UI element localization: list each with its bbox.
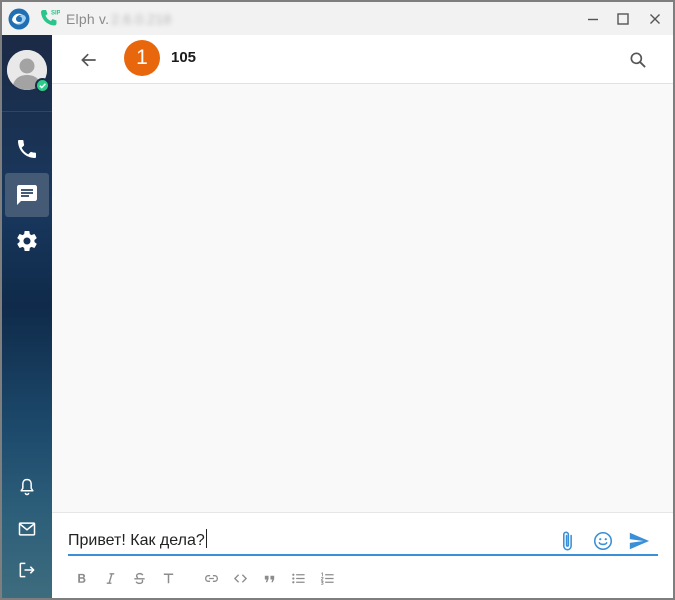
- attach-button[interactable]: [555, 529, 579, 553]
- sidebar-item-chats[interactable]: [5, 173, 49, 217]
- paperclip-icon: [563, 531, 572, 551]
- input-underline: [68, 554, 658, 556]
- maximize-button[interactable]: [606, 2, 640, 35]
- bulleted-list-icon: [291, 573, 305, 583]
- minimize-icon: [588, 18, 598, 20]
- text-caret: [205, 529, 207, 548]
- logout-icon: [19, 562, 35, 578]
- minimize-button[interactable]: [576, 2, 610, 35]
- search-button[interactable]: [625, 47, 651, 73]
- search-icon: [630, 52, 646, 68]
- smiley-icon: [593, 531, 613, 551]
- code-icon: [233, 573, 247, 583]
- sidebar-item-calls[interactable]: [5, 127, 49, 171]
- window-title: Elph v. 2.6.0.218: [66, 11, 171, 27]
- close-icon: [650, 13, 660, 24]
- quote-icon: [264, 575, 274, 582]
- app-window: SIP Elph v. 2.6.0.218 1 105 Привет! Как …: [0, 0, 675, 600]
- send-icon: [629, 532, 650, 550]
- title-bar[interactable]: SIP Elph v. 2.6.0.218: [2, 2, 673, 35]
- mail-icon: [18, 522, 36, 536]
- format-link-button[interactable]: [202, 569, 220, 587]
- phone-icon: [18, 140, 36, 158]
- bold-icon: [77, 573, 85, 583]
- arrow-left-icon: [81, 53, 96, 67]
- contact-name: 105: [171, 49, 197, 66]
- link-icon: [204, 574, 218, 582]
- sidebar: [2, 35, 52, 598]
- chat-icon: [17, 185, 37, 205]
- format-numbered-list-button[interactable]: [318, 569, 336, 587]
- contact-avatar: 1: [124, 40, 160, 76]
- chat-header: 1 105: [52, 35, 673, 84]
- numbered-list-icon: [320, 571, 334, 585]
- online-status-badge: [35, 78, 50, 93]
- format-bold-button[interactable]: [72, 569, 90, 587]
- message-input[interactable]: Привет! Как дела?: [68, 529, 538, 553]
- sip-phone-icon: SIP: [38, 7, 61, 29]
- sidebar-item-logout[interactable]: [15, 558, 39, 582]
- sidebar-item-settings[interactable]: [5, 219, 49, 263]
- format-strikethrough-button[interactable]: [130, 569, 148, 587]
- sidebar-item-notifications[interactable]: [15, 475, 39, 499]
- format-italic-button[interactable]: [101, 569, 119, 587]
- close-button[interactable]: [638, 2, 672, 35]
- sidebar-item-mail[interactable]: [15, 517, 39, 541]
- format-heading-button[interactable]: [159, 569, 177, 587]
- bell-icon: [20, 478, 34, 496]
- text-size-icon: [163, 573, 173, 583]
- check-icon: [39, 83, 46, 89]
- app-name: Elph v.: [66, 11, 110, 27]
- format-bulleted-list-button[interactable]: [289, 569, 307, 587]
- back-button[interactable]: [76, 47, 102, 73]
- italic-icon: [106, 572, 114, 584]
- app-logo-icon: [8, 8, 30, 30]
- svg-text:SIP: SIP: [51, 11, 60, 17]
- message-composer: Привет! Как дела?: [52, 512, 673, 598]
- gear-icon: [17, 231, 37, 251]
- format-quote-button[interactable]: [260, 569, 278, 587]
- send-button[interactable]: [627, 529, 651, 553]
- maximize-icon: [617, 12, 629, 25]
- message-list[interactable]: [52, 84, 673, 512]
- format-code-button[interactable]: [231, 569, 249, 587]
- sidebar-divider: [2, 111, 52, 112]
- strikethrough-icon: [133, 572, 145, 584]
- app-version: 2.6.0.218: [111, 11, 172, 27]
- emoji-button[interactable]: [591, 529, 615, 553]
